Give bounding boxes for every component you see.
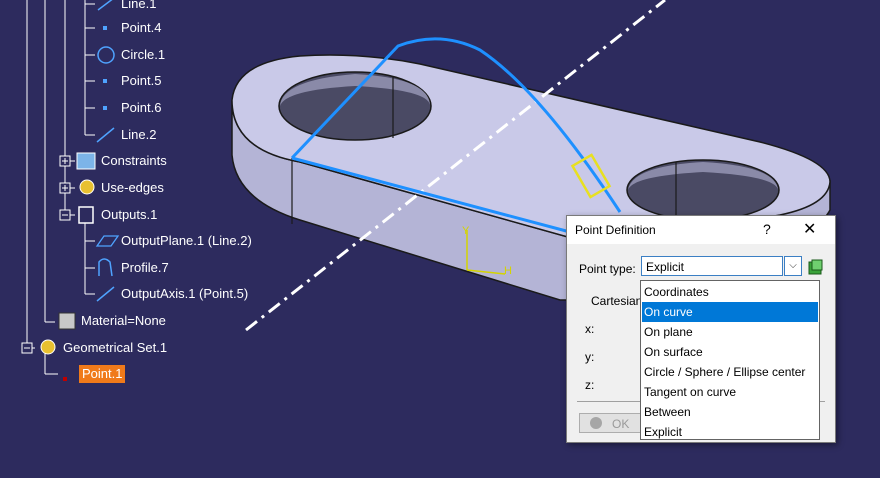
option-between[interactable]: Between [642,402,818,422]
geometrical-set-icon [40,339,56,355]
line-icon [96,286,115,302]
plane-icon [95,235,120,247]
use-edges-icon [79,179,95,195]
expand-toggle-use-edges [59,182,71,194]
tree-item-output-plane[interactable]: OutputPlane.1 (Line.2) [121,233,252,249]
point-icon [63,377,67,381]
point-icon [103,106,107,110]
material-icon [58,312,76,330]
expand-toggle-constraints [59,155,71,167]
option-circle-sphere-ellipse-center[interactable]: Circle / Sphere / Ellipse center [642,362,818,382]
tree-item-point-5[interactable]: Point.5 [121,73,161,89]
z-label: z: [585,378,595,392]
chevron-down-icon[interactable]: ⌵ [784,256,802,276]
close-icon[interactable]: ✕ [803,219,816,239]
option-explicit[interactable]: Explicit [642,422,818,442]
option-coordinates[interactable]: Coordinates [642,282,818,302]
tree-item-point-1[interactable]: Point.1 [79,365,126,383]
tree-item-constraints[interactable]: Constraints [101,153,167,169]
constraints-icon [76,152,96,170]
circle-icon [97,46,115,64]
point-icon [103,26,107,30]
option-on-curve[interactable]: On curve [642,302,818,322]
outputs-icon [78,206,94,224]
line-icon [97,0,113,11]
point-type-value: Explicit [646,260,685,274]
y-label: y: [585,350,595,364]
ok-button[interactable]: OK [579,413,645,433]
tree-item-point-4[interactable]: Point.4 [121,20,161,36]
tree-item-use-edges[interactable]: Use-edges [101,180,164,196]
point-icon [103,79,107,83]
option-on-surface[interactable]: On surface [642,342,818,362]
axis-y-label: Y [462,225,470,237]
point-type-select[interactable]: Explicit [641,256,783,276]
axis-h-label: H [504,265,512,277]
tree-item-material[interactable]: Material=None [81,313,166,329]
line-icon [96,127,115,143]
tree-item-circle-1[interactable]: Circle.1 [121,47,165,63]
dialog-titlebar[interactable]: Point Definition ? ✕ [567,216,835,244]
tree-item-line-1[interactable]: Line.1 [121,0,156,12]
stack-point-type-icon[interactable] [807,258,825,276]
collapse-toggle-geometrical-set [21,342,33,354]
ok-icon [590,417,602,429]
collapse-toggle-outputs [59,209,71,221]
tree-item-line-2[interactable]: Line.2 [121,127,156,143]
option-on-plane[interactable]: On plane [642,322,818,342]
point-type-label: Point type: [579,262,636,276]
tree-item-profile-7[interactable]: Profile.7 [121,260,169,276]
cartesian-label: Cartesian [591,294,643,308]
dialog-title: Point Definition [575,223,656,237]
tree-item-output-axis[interactable]: OutputAxis.1 (Point.5) [121,286,248,302]
tree-item-outputs[interactable]: Outputs.1 [101,207,157,223]
ok-label: OK [612,417,630,431]
x-label: x: [585,322,595,336]
tree-item-geometrical-set[interactable]: Geometrical Set.1 [63,340,167,356]
help-icon[interactable]: ? [763,221,771,237]
option-tangent-on-curve[interactable]: Tangent on curve [642,382,818,402]
profile-icon [98,258,113,277]
point-type-dropdown-list[interactable]: Coordinates On curve On plane On surface… [640,280,820,440]
tree-item-point-6[interactable]: Point.6 [121,100,161,116]
